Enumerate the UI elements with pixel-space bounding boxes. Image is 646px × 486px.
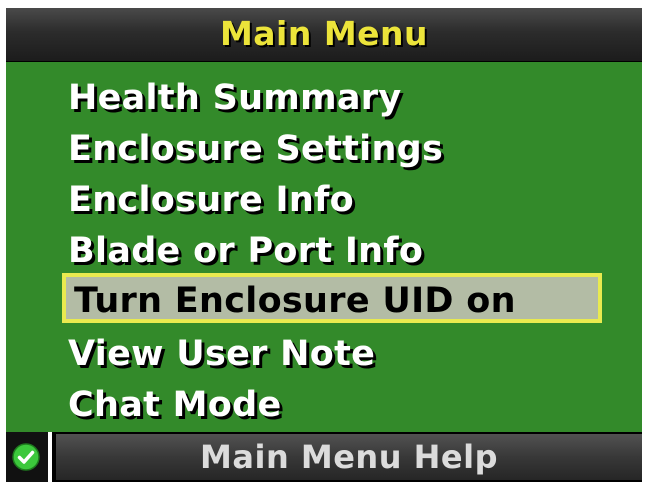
bottom-bar: Main Menu Help [6,432,642,482]
title-bar: Main Menu [6,8,642,61]
check-icon [12,443,40,471]
help-button-label: Main Menu Help [200,438,498,476]
lcd-screen: Main Menu Health Summary Enclosure Setti… [6,8,642,482]
main-menu-help-button[interactable]: Main Menu Help [56,434,642,480]
menu-panel: Health Summary Enclosure Settings Enclos… [6,62,642,432]
menu-item-enclosure-settings[interactable]: Enclosure Settings [68,123,443,175]
menu-item-chat-mode[interactable]: Chat Mode [68,379,282,431]
status-indicator [6,432,52,482]
page-title: Main Menu [219,14,429,53]
menu-item-view-user-note[interactable]: View User Note [68,328,375,380]
menu-item-turn-enclosure-uid-on[interactable]: Turn Enclosure UID on [62,273,602,323]
menu-item-enclosure-info[interactable]: Enclosure Info [68,174,354,226]
menu-item-health-summary[interactable]: Health Summary [68,72,401,124]
menu-item-blade-or-port-info[interactable]: Blade or Port Info [68,225,423,277]
